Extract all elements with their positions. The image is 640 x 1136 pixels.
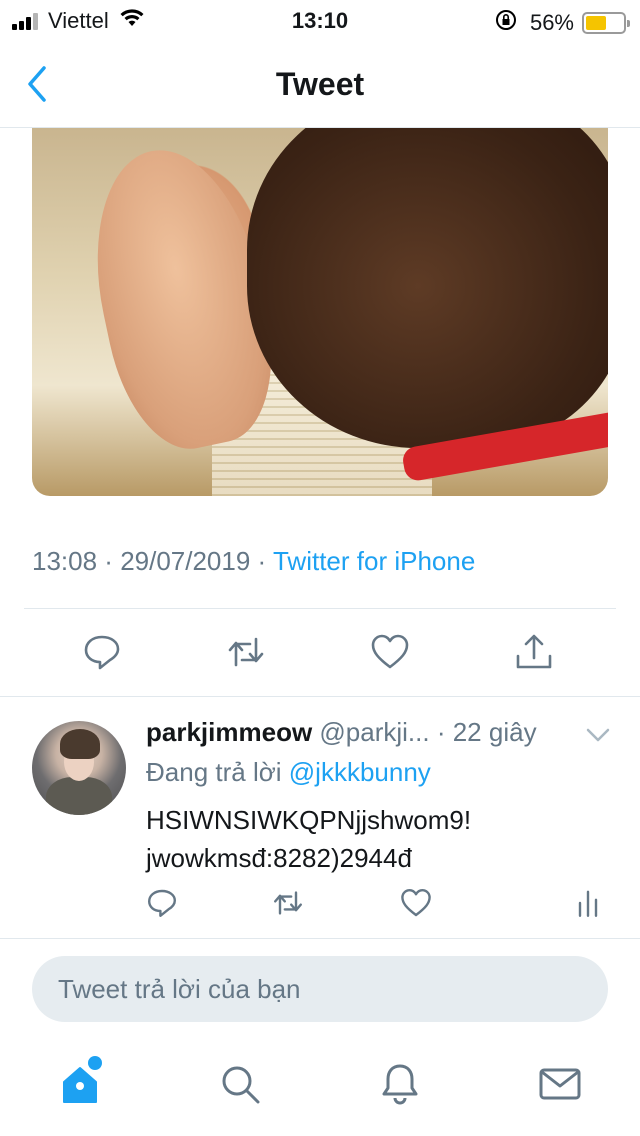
chevron-down-icon[interactable] xyxy=(584,725,612,745)
avatar-body xyxy=(46,777,112,815)
retweet-icon[interactable] xyxy=(226,632,270,676)
reply-author-handle[interactable]: @parkji... xyxy=(319,717,429,747)
reply-text-line: HSIWNSIWKQPNjjshwom9! xyxy=(146,805,472,835)
reply-time: · 22 giây xyxy=(436,717,537,747)
home-icon[interactable] xyxy=(58,1062,106,1110)
notifications-icon[interactable] xyxy=(378,1062,426,1110)
reply-header: parkjimmeow @parkji... · 22 giây xyxy=(146,717,537,748)
nav-bar: Tweet xyxy=(0,40,640,128)
page-title: Tweet xyxy=(275,66,365,102)
battery-icon xyxy=(582,12,630,34)
image-face xyxy=(247,128,608,448)
tweet-time: 13:08 xyxy=(32,546,98,576)
reply-author-name[interactable]: parkjimmeow xyxy=(146,717,312,747)
meta-separator-2: · xyxy=(250,546,273,576)
battery-percent: 56% xyxy=(529,10,574,35)
status-right: 56% xyxy=(494,8,630,38)
tab-bar xyxy=(0,1040,640,1136)
orientation-lock-icon xyxy=(494,8,518,38)
like-icon[interactable] xyxy=(400,887,436,923)
reply-actions xyxy=(0,883,640,927)
like-icon[interactable] xyxy=(370,632,414,676)
analytics-icon[interactable] xyxy=(572,887,608,923)
battery-fill xyxy=(586,16,607,30)
share-icon[interactable] xyxy=(514,632,558,676)
divider xyxy=(24,608,616,609)
avatar-hair xyxy=(60,729,100,759)
reply-text: HSIWNSIWKQPNjjshwom9! jwowkmsđ:8282)2944… xyxy=(146,801,606,877)
avatar[interactable] xyxy=(32,721,126,815)
reply-compose-input[interactable]: Tweet trả lời của bạn xyxy=(32,956,608,1022)
status-bar: Viettel 13:10 56% xyxy=(0,0,640,40)
reply-icon[interactable] xyxy=(146,887,182,923)
tweet-meta: 13:08 · 29/07/2019 · Twitter for iPhone xyxy=(32,546,475,577)
divider xyxy=(0,938,640,939)
compose-placeholder: Tweet trả lời của bạn xyxy=(58,974,301,1004)
reply-text-line: jwowkmsđ:8282)2944đ xyxy=(146,843,412,873)
replying-to: Đang trả lời @jkkkbunny xyxy=(146,757,431,788)
reply-tweet[interactable]: parkjimmeow @parkji... · 22 giây Đang tr… xyxy=(0,697,640,939)
notification-dot xyxy=(88,1056,102,1070)
meta-separator: · xyxy=(97,546,121,576)
tweet-date: 29/07/2019 xyxy=(120,546,251,576)
search-icon[interactable] xyxy=(218,1062,266,1110)
tweet-source-link[interactable]: Twitter for iPhone xyxy=(273,546,475,576)
tweet-actions xyxy=(0,610,640,696)
replying-prefix: Đang trả lời xyxy=(146,757,289,787)
replying-mention-link[interactable]: @jkkkbunny xyxy=(289,757,431,787)
retweet-icon[interactable] xyxy=(272,887,308,923)
tweet-image[interactable] xyxy=(32,128,608,496)
messages-icon[interactable] xyxy=(538,1062,586,1110)
reply-icon[interactable] xyxy=(82,632,126,676)
